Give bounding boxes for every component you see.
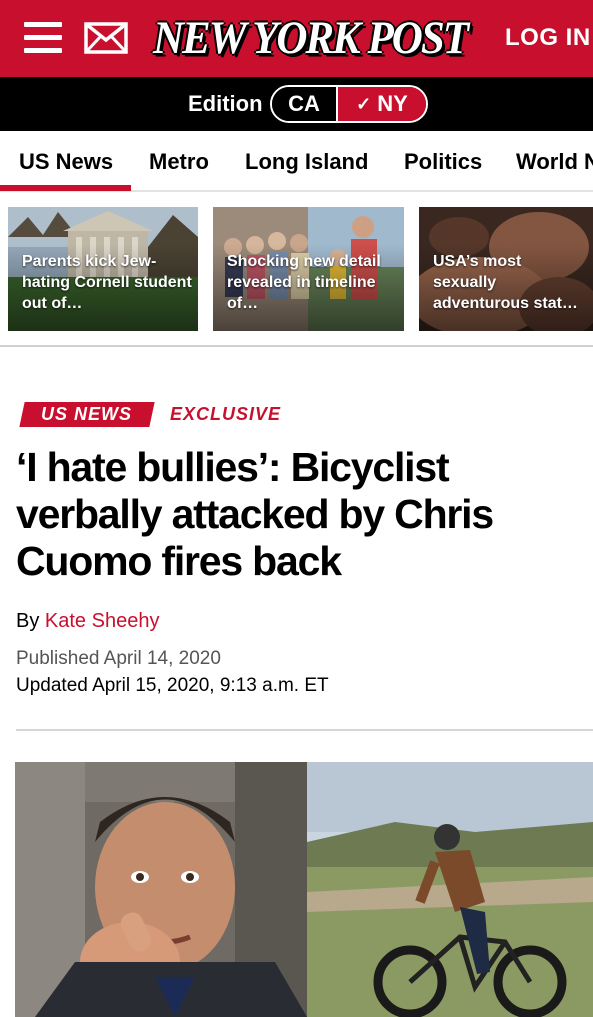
site-logo[interactable]: NEW YORK POST [150,10,470,66]
edition-label: Edition [188,91,263,116]
byline: By Kate Sheehy [16,610,159,633]
trending-card-usa[interactable]: USA’s most sexually adventurous stat… [419,207,593,331]
checkmark-icon: ✓ [356,93,372,114]
envelope-icon[interactable] [84,22,128,54]
edition-option-ca-label: CA [288,91,320,116]
nav-item-long-island[interactable]: Long Island [245,149,368,175]
edition-toggle[interactable]: CA ✓ NY [270,85,428,123]
site-header: NEW YORK POST LOG IN [0,0,593,77]
nav-item-politics[interactable]: Politics [404,149,482,175]
section-nav: US News Metro Long Island Politics World… [0,131,593,192]
trending-card-cornell[interactable]: Parents kick Jew-hating Cornell student … [8,207,198,331]
lead-photo-composite [15,762,593,1017]
exclusive-label: EXCLUSIVE [170,404,282,424]
section-tag-us-news[interactable]: US NEWS [19,402,155,427]
nav-item-world-news[interactable]: World News [516,149,593,175]
divider [16,729,593,731]
trending-caption: USA’s most sexually adventurous stat… [433,253,578,312]
nav-item-metro[interactable]: Metro [149,149,209,175]
trending-caption: Shocking new detail revealed in timeline… [227,253,381,312]
article-headline: ‘I hate bullies’: Bicyclist verbally att… [16,444,494,584]
section-tag-label: US NEWS [41,404,133,424]
active-section-indicator [0,185,131,191]
edition-option-ny-label: NY [377,91,408,116]
trending-card-timeline[interactable]: Shocking new detail revealed in timeline… [213,207,404,331]
author-link[interactable]: Kate Sheehy [45,610,160,632]
login-button[interactable]: LOG IN [505,24,591,52]
byline-prefix: By [16,610,40,632]
hamburger-menu-icon[interactable] [24,22,62,54]
nav-item-us-news[interactable]: US News [19,149,113,175]
published-date: Published April 14, 2020 [16,648,221,669]
updated-date: Updated April 15, 2020, 9:13 a.m. ET [16,675,329,696]
edition-bar: Edition CA ✓ NY [0,77,593,131]
trending-caption: Parents kick Jew-hating Cornell student … [22,253,192,312]
lead-image[interactable] [15,762,593,1017]
edition-option-ny[interactable]: ✓ NY [336,87,426,121]
edition-option-ca[interactable]: CA [272,87,336,121]
logo-text: NEW YORK POST [152,12,469,64]
